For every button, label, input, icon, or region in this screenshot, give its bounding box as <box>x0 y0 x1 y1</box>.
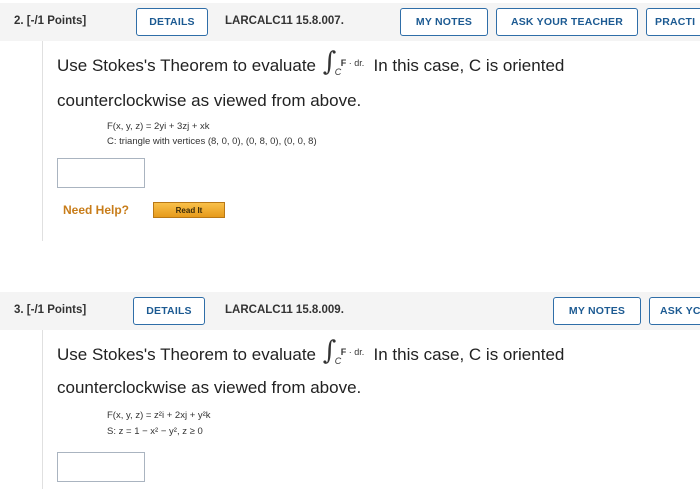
my-notes-button[interactable]: MY NOTES <box>400 8 488 36</box>
surface-description: S: z = 1 − x² − y², z ≥ 0 <box>107 426 203 437</box>
vector-field: F(x, y, z) = 2yi + 3zj + xk <box>107 121 210 132</box>
line-integral: ∫ C F · dr. <box>322 336 365 366</box>
question-3-statement-line2: counterclockwise as viewed from above. <box>57 378 362 397</box>
line-integral: ∫ C F · dr. <box>322 47 365 77</box>
need-help-label: Need Help? <box>63 203 130 217</box>
practice-another-button[interactable]: PRACTI <box>646 8 700 36</box>
details-button[interactable]: DETAILS <box>136 8 208 36</box>
curve-description: C: triangle with vertices (8, 0, 0), (0,… <box>107 136 317 147</box>
vector-field: F(x, y, z) = z²i + 2xj + y²k <box>107 410 211 421</box>
question-2-code: LARCALC11 15.8.007. <box>225 15 344 27</box>
my-notes-button[interactable]: MY NOTES <box>553 297 641 325</box>
question-2-statement-line1: Use Stokes's Theorem to evaluate ∫ C F ·… <box>57 47 565 77</box>
details-button[interactable]: DETAILS <box>133 297 205 325</box>
answer-input[interactable] <box>57 452 145 482</box>
read-it-button[interactable]: Read It <box>153 202 225 218</box>
question-3-code: LARCALC11 15.8.009. <box>225 304 344 316</box>
question-3-number: 3. [-/1 Points] <box>14 304 87 316</box>
ask-your-teacher-button[interactable]: ASK YC <box>649 297 700 325</box>
question-2-body: Use Stokes's Theorem to evaluate ∫ C F ·… <box>42 41 700 241</box>
question-3-header: 3. [-/1 Points] DETAILS LARCALC11 15.8.0… <box>0 292 700 330</box>
question-2-number: 2. [-/1 Points] <box>14 15 87 27</box>
question-3-body: Use Stokes's Theorem to evaluate ∫ C F ·… <box>42 330 700 489</box>
question-2-header: 2. [-/1 Points] DETAILS LARCALC11 15.8.0… <box>0 3 700 41</box>
question-3-statement-line1: Use Stokes's Theorem to evaluate ∫ C F ·… <box>57 336 565 366</box>
ask-your-teacher-button[interactable]: ASK YOUR TEACHER <box>496 8 638 36</box>
answer-input[interactable] <box>57 158 145 188</box>
question-2-statement-line2: counterclockwise as viewed from above. <box>57 91 362 110</box>
